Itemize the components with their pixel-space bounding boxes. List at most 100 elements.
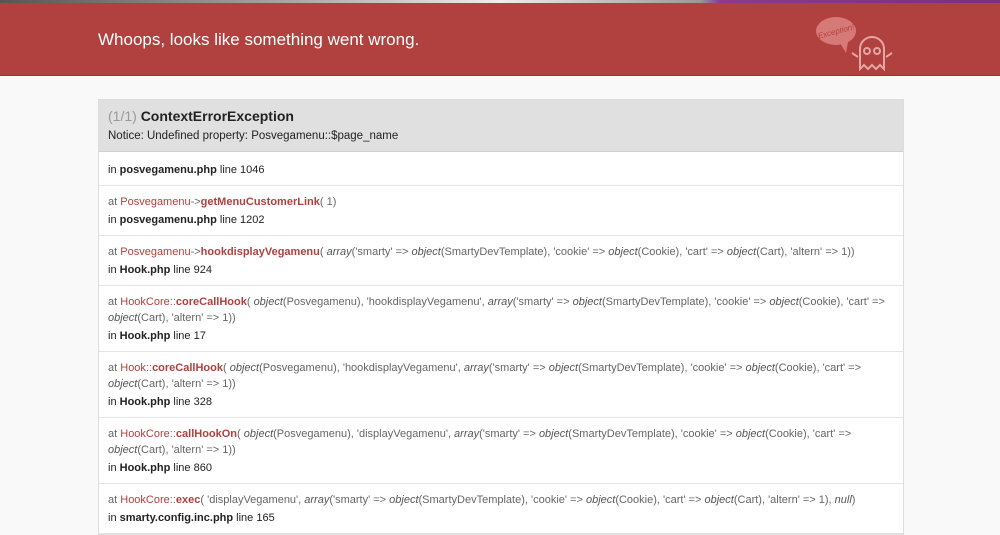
- trace-arg: (SmartyDevTemplate), 'cookie' =>: [418, 494, 586, 506]
- trace-class: HookCore: [120, 494, 170, 506]
- trace-arg: (Cart), 'altern' => 1)): [137, 378, 236, 390]
- trace-arg: object: [735, 428, 766, 440]
- trace-class: Posvegamenu: [120, 196, 191, 208]
- in-label: in: [108, 462, 117, 474]
- in-label: in: [108, 330, 117, 342]
- trace-file: posvegamenu.php: [119, 214, 217, 226]
- trace-arg: (Cart), 'altern' => 1)): [137, 312, 236, 324]
- trace-arg: object: [108, 378, 138, 390]
- trace-location: in smarty.config.inc.php line 165: [108, 510, 894, 526]
- trace-line: line 1046: [219, 164, 265, 176]
- at-label: at: [108, 362, 118, 374]
- trace-arg: (Cart), 'altern' => 1),: [733, 494, 835, 506]
- exception-header: (1/1) ContextErrorException Notice: Unde…: [99, 100, 903, 152]
- trace-class: Hook: [120, 362, 146, 374]
- trace-arg: null: [834, 494, 852, 506]
- trace-line: line 328: [173, 396, 212, 408]
- trace-class: HookCore: [120, 296, 170, 308]
- trace-arg: (Cart), 'altern' => 1)): [137, 444, 236, 456]
- trace-row: at Posvegamenu->getMenuCustomerLink( 1) i…: [99, 186, 903, 236]
- trace-file: smarty.config.inc.php: [119, 512, 234, 524]
- trace-line: line 17: [173, 330, 206, 342]
- trace-line: line 1202: [219, 214, 265, 226]
- trace-arg: ('smarty' =>: [488, 362, 549, 374]
- trace-arg: (Posvegamenu), 'hookdisplayVegamenu',: [282, 296, 488, 308]
- trace-location: in posvegamenu.php line 1046: [108, 162, 894, 178]
- trace-location: in Hook.php line 924: [108, 262, 894, 278]
- trace-function: exec: [175, 494, 201, 506]
- call-operator: ->: [190, 196, 201, 208]
- trace-arg: object: [108, 312, 138, 324]
- trace-file: Hook.php: [119, 462, 171, 474]
- in-label: in: [108, 214, 117, 226]
- trace-row: at Posvegamenu->hookdisplayVegamenu( arr…: [99, 236, 903, 286]
- trace-arg: object: [704, 494, 734, 506]
- exception-panel: (1/1) ContextErrorException Notice: Unde…: [98, 99, 904, 535]
- trace-file: posvegamenu.php: [119, 164, 217, 176]
- trace-location: in Hook.php line 328: [108, 394, 894, 410]
- exception-count: (1/1): [108, 108, 137, 124]
- trace-arg: (Posvegamenu), 'hookdisplayVegamenu',: [259, 362, 464, 374]
- trace-arg: ): [851, 494, 856, 506]
- trace-arg: object: [108, 444, 138, 456]
- trace-call: at Posvegamenu->hookdisplayVegamenu( arr…: [108, 244, 894, 260]
- trace-arg: (SmartyDevTemplate), 'cookie' =>: [601, 296, 770, 308]
- at-label: at: [108, 296, 118, 308]
- trace-arg: (Cart), 'altern' => 1)): [756, 246, 855, 258]
- trace-function: coreCallHook: [152, 362, 223, 374]
- trace-arg: object: [572, 296, 602, 308]
- trace-arg: object: [538, 428, 569, 440]
- trace-arg: ('smarty' =>: [329, 494, 390, 506]
- trace-row: at Hook::coreCallHook( object(Posvegamen…: [99, 352, 903, 418]
- trace-arg: (: [319, 246, 327, 258]
- trace-arg: object: [726, 246, 757, 258]
- trace-line: line 165: [236, 512, 275, 524]
- trace-arg: object: [608, 246, 638, 258]
- trace-arg: array: [304, 494, 330, 506]
- exception-class: ContextErrorException: [140, 108, 294, 124]
- trace-arg: (Cookie), 'cart' =>: [637, 246, 727, 258]
- trace-line: line 860: [173, 462, 212, 474]
- trace-row: at HookCore::callHookOn( object(Posvegam…: [99, 418, 903, 484]
- trace-row: in posvegamenu.php line 1046: [99, 152, 903, 186]
- trace-arg: (Posvegamenu), 'displayVegamenu',: [273, 428, 455, 440]
- exception-ghost-logo-icon: Exception!: [816, 17, 893, 71]
- trace-arg: (: [237, 428, 244, 440]
- trace-arg: object: [585, 494, 616, 506]
- trace-call: at Posvegamenu->getMenuCustomerLink( 1): [108, 194, 894, 210]
- trace-arg: object: [229, 362, 260, 374]
- trace-call: at HookCore::coreCallHook( object(Posveg…: [108, 294, 894, 326]
- trace-arg: (Cookie), 'cart' =>: [798, 296, 885, 308]
- trace-file: Hook.php: [119, 264, 171, 276]
- trace-function: hookdisplayVegamenu: [200, 246, 320, 258]
- trace-arg: object: [548, 362, 579, 374]
- trace-location: in posvegamenu.php line 1202: [108, 212, 894, 228]
- trace-arg: array: [487, 296, 513, 308]
- trace-arg: ( 1): [319, 196, 337, 208]
- at-label: at: [108, 494, 118, 506]
- trace-function: callHookOn: [175, 428, 238, 440]
- trace-call: at HookCore::callHookOn( object(Posvegam…: [108, 426, 894, 458]
- trace-call: at Hook::coreCallHook( object(Posvegamen…: [108, 360, 894, 392]
- trace-file: Hook.php: [119, 396, 171, 408]
- trace-arg: (: [222, 362, 230, 374]
- at-label: at: [108, 246, 118, 258]
- exception-message: Notice: Undefined property: Posvegamenu:…: [108, 130, 399, 142]
- in-label: in: [108, 264, 117, 276]
- trace-location: in Hook.php line 17: [108, 328, 894, 344]
- stack-trace: in posvegamenu.php line 1046 at Posvegame…: [99, 152, 903, 534]
- error-title: Whoops, looks like something went wrong.: [98, 30, 420, 49]
- trace-arg: array: [454, 428, 480, 440]
- trace-line: line 924: [173, 264, 212, 276]
- trace-arg: array: [326, 246, 352, 258]
- call-operator: ->: [190, 246, 201, 258]
- trace-class: HookCore: [120, 428, 170, 440]
- trace-arg: object: [243, 428, 274, 440]
- trace-arg: object: [769, 296, 799, 308]
- trace-location: in Hook.php line 860: [108, 460, 894, 476]
- trace-arg: object: [745, 362, 775, 374]
- trace-call: at HookCore::exec( 'displayVegamenu', ar…: [108, 492, 894, 508]
- trace-arg: (SmartyDevTemplate), 'cookie' =>: [440, 246, 609, 258]
- trace-arg: object: [411, 246, 441, 258]
- trace-arg: ('smarty' =>: [351, 246, 412, 258]
